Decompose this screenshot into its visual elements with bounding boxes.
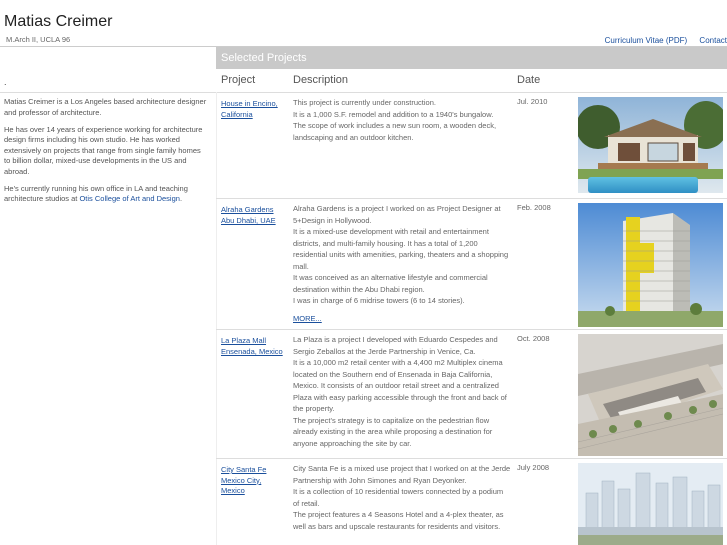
sidebar-marker: . xyxy=(4,77,7,87)
bio: Matias Creimer is a Los Angeles based ar… xyxy=(4,97,209,211)
project-title-link[interactable]: La Plaza Mall Ensenada, Mexico xyxy=(221,336,287,357)
project-row: City Santa Fe Mexico City, Mexico City S… xyxy=(216,459,727,545)
sidebar-divider xyxy=(0,92,216,93)
project-thumbnail[interactable] xyxy=(578,334,723,456)
otis-link[interactable]: Otis College of Art and Design xyxy=(79,194,179,203)
project-date: Jul. 2010 xyxy=(517,97,548,106)
site-name: Matias Creimer xyxy=(4,13,113,30)
project-thumbnail[interactable] xyxy=(578,97,723,193)
project-row: Alraha Gardens Abu Dhabi, UAE Alraha Gar… xyxy=(216,199,727,330)
site-subtitle: M.Arch II, UCLA 96 xyxy=(6,35,71,44)
project-title-link[interactable]: Alraha Gardens Abu Dhabi, UAE xyxy=(221,205,287,226)
project-row: La Plaza Mall Ensenada, Mexico La Plaza … xyxy=(216,330,727,459)
project-description: City Santa Fe is a mixed use project tha… xyxy=(293,464,511,531)
column-header-project: Project xyxy=(221,74,256,86)
contact-link[interactable]: Contact xyxy=(699,36,727,45)
more-link[interactable]: MORE... xyxy=(293,313,511,325)
bio-paragraph: Matias Creimer is a Los Angeles based ar… xyxy=(4,97,207,117)
sidebar-header xyxy=(0,47,216,69)
project-date: Feb. 2008 xyxy=(517,203,551,212)
project-title-link[interactable]: House in Encino, California xyxy=(221,99,287,120)
cv-link[interactable]: Curriculum Vitae (PDF) xyxy=(605,36,688,45)
top-links: Curriculum Vitae (PDF) Contact xyxy=(595,36,727,45)
bio-paragraph: He has over 14 years of experience worki… xyxy=(4,124,203,176)
column-header-description: Description xyxy=(293,74,349,86)
project-date: Oct. 2008 xyxy=(517,334,550,343)
project-date: July 2008 xyxy=(517,463,550,472)
project-description: La Plaza is a project I developed with E… xyxy=(293,335,507,448)
project-description: Alraha Gardens is a project I worked on … xyxy=(293,203,511,324)
project-thumbnail[interactable] xyxy=(578,203,723,327)
project-title-link[interactable]: City Santa Fe Mexico City, Mexico xyxy=(221,465,287,497)
project-description: This project is currently under construc… xyxy=(293,98,497,142)
project-thumbnail[interactable] xyxy=(578,463,723,545)
section-title: Selected Projects xyxy=(221,52,307,64)
column-header-date: Date xyxy=(517,74,541,86)
section-header: Selected Projects xyxy=(216,47,727,69)
project-row: House in Encino, California This project… xyxy=(216,93,727,199)
bio-paragraph: He's currently running his own office in… xyxy=(4,183,188,204)
